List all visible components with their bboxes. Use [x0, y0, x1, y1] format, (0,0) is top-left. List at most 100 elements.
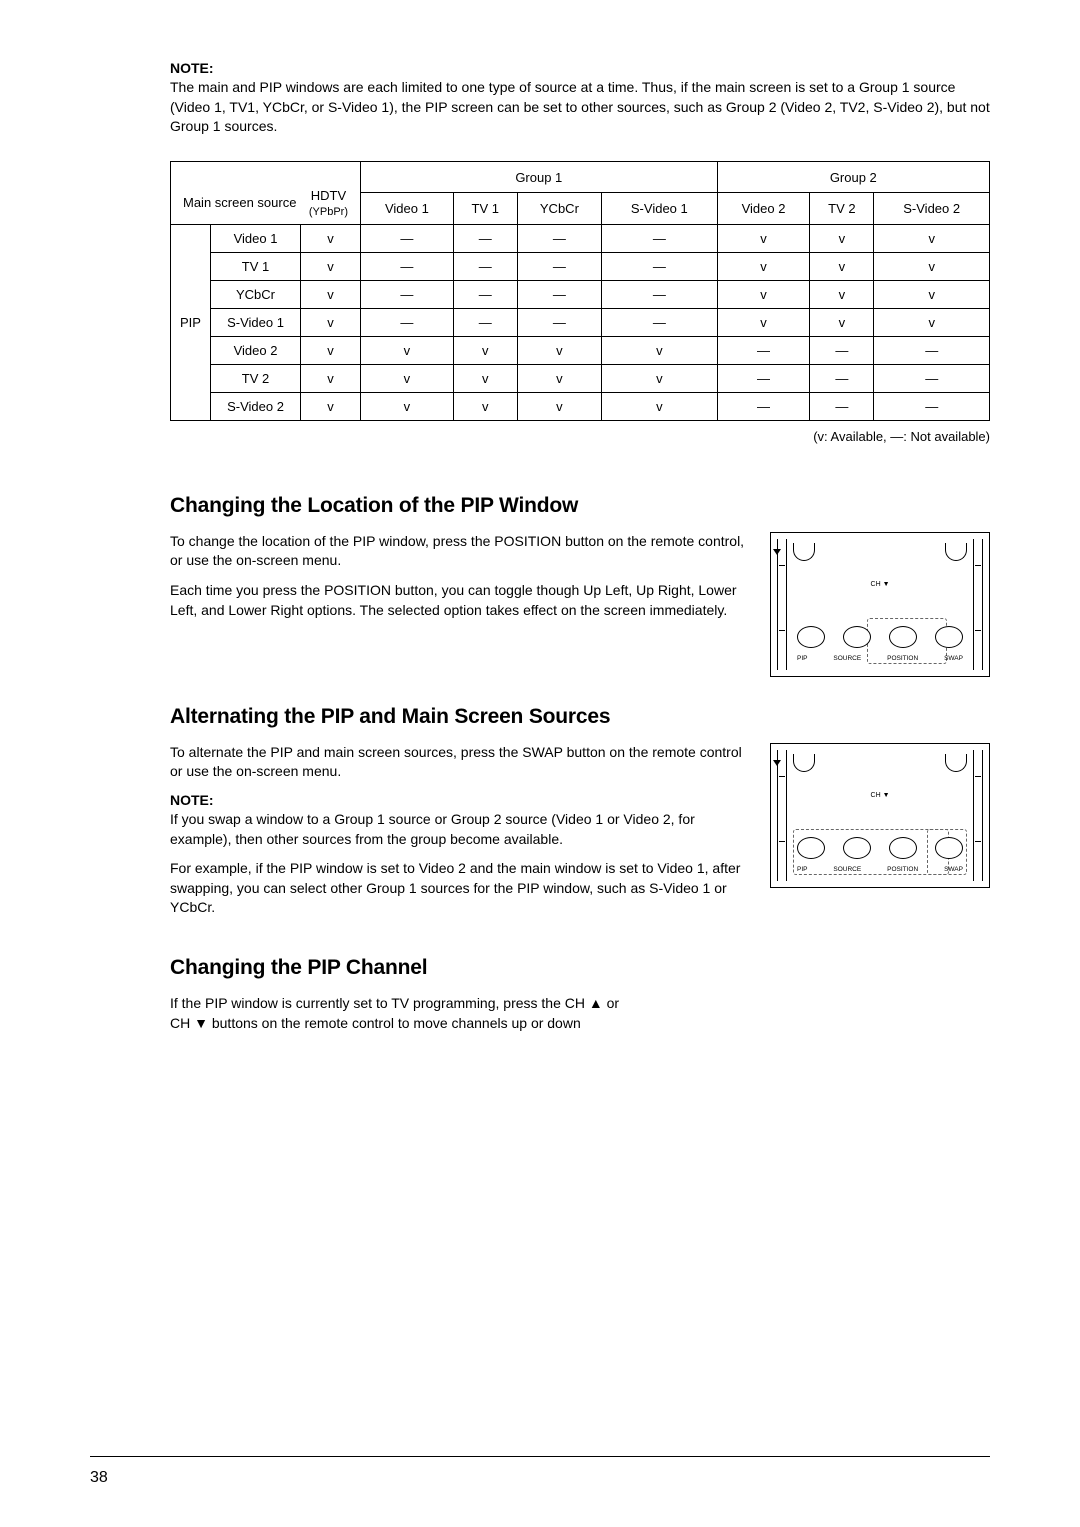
table-cell: v [602, 364, 718, 392]
table-cell: v [361, 364, 454, 392]
table-cell: — [810, 392, 874, 420]
table-cell: — [453, 280, 517, 308]
table-cell: v [810, 252, 874, 280]
table-cell: v [301, 364, 361, 392]
section1-title: Changing the Location of the PIP Window [170, 494, 990, 518]
table-cell: v [453, 336, 517, 364]
section2-title: Alternating the PIP and Main Screen Sour… [170, 705, 990, 729]
table-cell: v [810, 280, 874, 308]
table-cell: v [517, 392, 601, 420]
table-cell: — [517, 308, 601, 336]
table-cell: v [874, 224, 990, 252]
ch-down-button-2 [753, 750, 801, 780]
table-row-name: S-Video 2 [211, 392, 301, 420]
table-cell: — [517, 224, 601, 252]
table-row-name: S-Video 1 [211, 308, 301, 336]
table-cell: — [717, 364, 810, 392]
source-button-2 [843, 837, 871, 859]
pip-button [797, 626, 825, 648]
table-cell: v [874, 252, 990, 280]
swap-button [935, 626, 963, 648]
table-cell: — [453, 252, 517, 280]
table-cell: v [602, 392, 718, 420]
table-cell: v [453, 392, 517, 420]
source-button [843, 626, 871, 648]
table-legend: (v: Available, —: Not available) [170, 429, 990, 444]
section3-title: Changing the PIP Channel [170, 956, 990, 980]
note-label: NOTE: [170, 60, 990, 76]
remote-diagram-swap: CH ▼ PIP SOURCE POSITION SWAP [770, 743, 990, 888]
ypbpr-label: (YPbPr) [309, 206, 348, 218]
table-row-name: Video 2 [211, 336, 301, 364]
source-table: Main screen source HDTV (YPbPr) Group 1 … [170, 161, 990, 421]
table-row-name: YCbCr [211, 280, 301, 308]
table-row-name: TV 2 [211, 364, 301, 392]
ch-label: CH ▼ [871, 581, 890, 588]
position-label-2: POSITION [887, 866, 918, 873]
table-cell: v [602, 336, 718, 364]
section3-p1: If the PIP window is currently set to TV… [170, 994, 630, 1033]
table-cell: — [810, 336, 874, 364]
note-block: NOTE: The main and PIP windows are each … [170, 60, 990, 137]
col-tv1: TV 1 [453, 193, 517, 225]
pip-label-2: PIP [797, 866, 807, 873]
position-label: POSITION [887, 655, 918, 662]
table-cell: — [361, 224, 454, 252]
pip-row-label: PIP [171, 224, 211, 420]
remote-diagram-position: CH ▼ PIP SOURCE POSITION SWAP [770, 532, 990, 677]
main-source-label: Main screen source [183, 195, 296, 210]
section2-p2: For example, if the PIP window is set to… [170, 859, 752, 918]
swap-label-2: SWAP [944, 866, 963, 873]
section2-note-text: If you swap a window to a Group 1 source… [170, 810, 752, 849]
table-cell: — [602, 308, 718, 336]
pip-label: PIP [797, 655, 807, 662]
footer-divider [90, 1456, 990, 1457]
table-cell: v [517, 364, 601, 392]
table-cell: v [301, 252, 361, 280]
table-cell: — [361, 280, 454, 308]
table-cell: — [453, 224, 517, 252]
section1-p2: Each time you press the POSITION button,… [170, 581, 752, 620]
swap-label: SWAP [944, 655, 963, 662]
table-cell: v [810, 308, 874, 336]
group1-header: Group 1 [361, 161, 718, 193]
table-cell: v [717, 224, 810, 252]
table-cell: — [810, 364, 874, 392]
table-cell: — [361, 252, 454, 280]
table-cell: v [301, 308, 361, 336]
ch-label-2: CH ▼ [871, 792, 890, 799]
col-svideo1: S-Video 1 [602, 193, 718, 225]
col-video1: Video 1 [361, 193, 454, 225]
table-cell: — [717, 336, 810, 364]
table-cell: v [301, 224, 361, 252]
pip-button-2 [797, 837, 825, 859]
table-cell: — [717, 392, 810, 420]
table-cell: v [361, 336, 454, 364]
table-cell: v [717, 308, 810, 336]
hdtv-label: HDTV [311, 188, 346, 203]
table-cell: — [602, 252, 718, 280]
source-label-2: SOURCE [833, 866, 861, 873]
table-cell: v [453, 364, 517, 392]
table-cell: — [874, 336, 990, 364]
group2-header: Group 2 [717, 161, 989, 193]
table-cell: — [361, 308, 454, 336]
col-video2: Video 2 [717, 193, 810, 225]
table-cell: v [717, 252, 810, 280]
table-cell: — [517, 280, 601, 308]
table-cell: — [874, 364, 990, 392]
table-cell: v [361, 392, 454, 420]
section2-note-label: NOTE: [170, 792, 752, 808]
position-button-2 [889, 837, 917, 859]
note-text: The main and PIP windows are each limite… [170, 78, 990, 137]
table-row-name: Video 1 [211, 224, 301, 252]
source-label: SOURCE [833, 655, 861, 662]
swap-button-2 [935, 837, 963, 859]
table-row-name: TV 1 [211, 252, 301, 280]
table-cell: v [301, 280, 361, 308]
ch-down-button [753, 539, 801, 569]
col-ycbcr: YCbCr [517, 193, 601, 225]
table-cell: v [874, 280, 990, 308]
table-cell: — [874, 392, 990, 420]
col-tv2: TV 2 [810, 193, 874, 225]
